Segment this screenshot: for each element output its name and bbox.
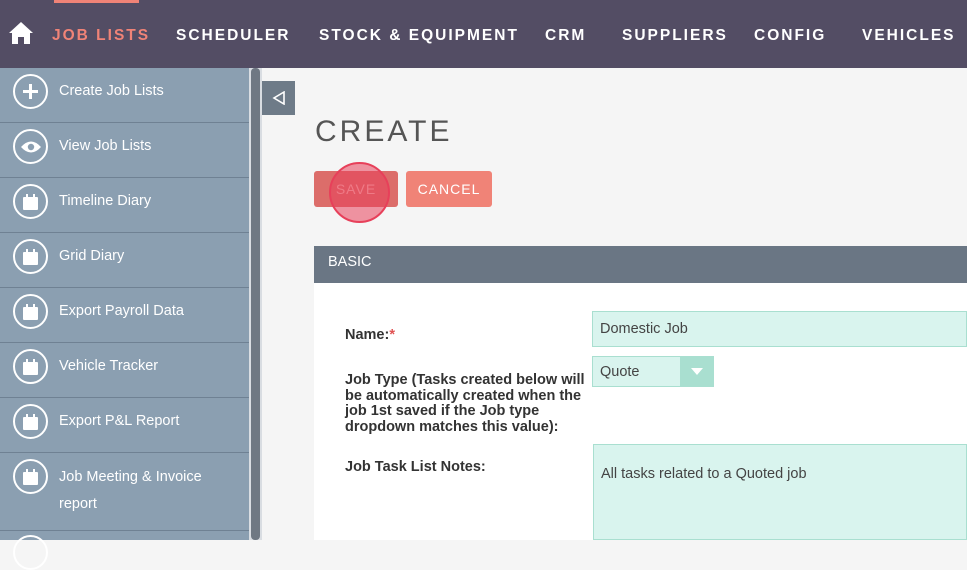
plus-icon [13,74,48,109]
sidebar-item-label: Export P&L Report [59,413,180,429]
sidebar-item-view-job-lists[interactable]: View Job Lists [0,123,249,178]
collapse-sidebar-button[interactable] [262,81,295,115]
sidebar-item-label: Create Job Lists [59,83,164,99]
sidebar-item-label: View Job Lists [59,138,152,154]
triangle-left-icon [271,91,285,105]
name-input[interactable] [592,311,967,347]
sidebar: Create Job Lists View Job Lists Timeline… [0,68,249,570]
sidebar-item-timeline-diary[interactable]: Timeline Diary [0,178,249,233]
nav-config[interactable]: CONFIG [754,0,826,68]
nav-stock-equipment[interactable]: STOCK & EQUIPMENT [319,0,519,68]
sidebar-item-label: Job Meeting & Invoice report [59,469,202,512]
sidebar-item-label: Grid Diary [59,248,125,264]
calendar-icon [13,535,48,570]
required-marker: * [389,327,395,343]
sidebar-item-create-job-lists[interactable]: Create Job Lists [0,68,249,123]
calendar-icon [13,294,48,329]
nav-scheduler[interactable]: SCHEDULER [176,0,290,68]
chevron-down-icon [680,357,713,386]
nav-crm[interactable]: CRM [545,0,586,68]
sidebar-item-label: Vehicle Tracker [59,358,159,374]
job-type-selected-value: Quote [600,364,640,380]
notes-textarea[interactable]: All tasks related to a Quoted job [593,444,967,540]
name-field-label: Name:* [345,327,395,344]
sidebar-item-export-payroll-data[interactable]: Export Payroll Data [0,288,249,343]
notes-field-label: Job Task List Notes: [345,459,486,475]
page-title: CREATE [315,115,453,148]
sidebar-item-job-meeting-invoice-report[interactable]: Job Meeting & Invoice report [0,453,249,531]
nav-job-lists[interactable]: JOB LISTS [52,0,150,68]
sidebar-item-grid-diary[interactable]: Grid Diary [0,233,249,288]
sidebar-item-export-pl-report[interactable]: Export P&L Report [0,398,249,453]
panel-header-basic[interactable]: BASIC [314,246,967,283]
calendar-icon [13,239,48,274]
job-type-field-label: Job Type (Tasks created below will be au… [345,372,585,435]
sidebar-item-partial[interactable] [0,531,249,570]
calendar-icon [13,459,48,494]
sidebar-scrollbar-thumb[interactable] [251,68,260,540]
nav-suppliers[interactable]: SUPPLIERS [622,0,728,68]
calendar-icon [13,184,48,219]
top-navigation: JOB LISTS SCHEDULER STOCK & EQUIPMENT CR… [0,0,967,68]
cancel-button[interactable]: CANCEL [406,171,492,207]
eye-icon [13,129,48,164]
sidebar-item-label: Timeline Diary [59,193,152,209]
sidebar-item-label: Export Payroll Data [59,303,184,319]
home-icon [9,22,33,44]
sidebar-item-vehicle-tracker[interactable]: Vehicle Tracker [0,343,249,398]
calendar-icon [13,404,48,439]
name-label-text: Name: [345,327,390,343]
nav-vehicles[interactable]: VEHICLES [862,0,956,68]
calendar-icon [13,349,48,384]
home-button[interactable] [6,16,36,50]
save-button[interactable]: SAVE [314,171,398,207]
job-type-select[interactable]: Quote [592,356,714,387]
